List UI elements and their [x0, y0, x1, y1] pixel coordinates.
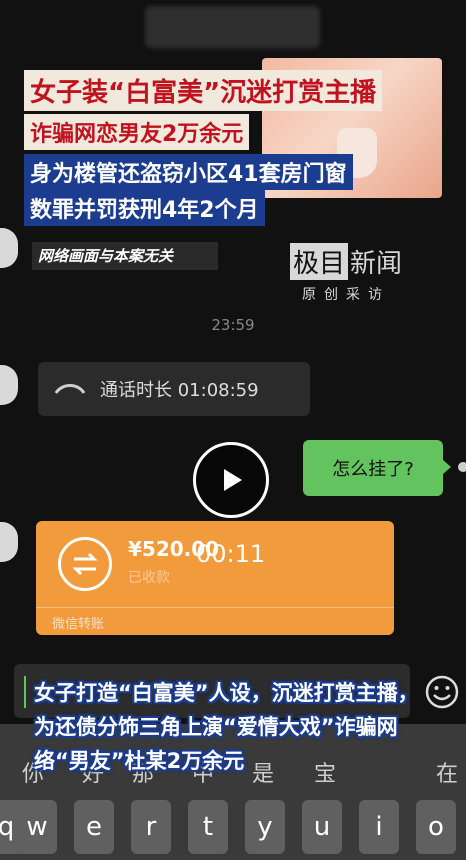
phone-hangup-icon	[54, 384, 86, 394]
disclaimer-label: 网络画面与本案无关	[32, 242, 218, 270]
play-button[interactable]	[193, 442, 269, 518]
emoji-icon[interactable]	[424, 674, 460, 710]
key-e[interactable]: e	[74, 800, 114, 854]
key-t[interactable]: t	[188, 800, 228, 854]
transfer-icon	[58, 537, 112, 591]
key-o[interactable]: o	[416, 800, 456, 854]
transfer-status: 已收款	[128, 570, 170, 586]
text-cursor	[24, 676, 26, 708]
avatar[interactable]	[0, 522, 18, 562]
key-r[interactable]: r	[131, 800, 171, 854]
headline-line-2: 诈骗网恋男友2万余元	[24, 114, 250, 150]
video-caption: 女子打造“白富美”人设，沉迷打赏主播，为还债分饰三角上演“爱情大戏”诈骗网络“男…	[34, 681, 419, 773]
transfer-arrows-icon	[72, 552, 98, 576]
video-current-time: 00:11	[196, 540, 266, 568]
keyboard-candidate[interactable]: 在	[436, 756, 458, 788]
headline-line-1: 女子装“白富美”沉迷打赏主播	[24, 70, 383, 111]
my-avatar[interactable]	[458, 462, 466, 472]
chat-timestamp: 23:59	[211, 316, 255, 334]
play-icon	[224, 469, 242, 491]
headline-line-3: 身为楼管还盗窃小区41套房门窗	[24, 154, 353, 190]
news-logo: 极目 新闻 原创采访	[290, 243, 402, 304]
avatar[interactable]	[0, 365, 18, 405]
wechat-transfer-card[interactable]: ¥520.00 已收款 微信转账	[36, 521, 394, 635]
blurred-header	[145, 6, 320, 48]
transfer-divider	[36, 607, 394, 608]
headline-line-4: 数罪并罚获刑4年2个月	[24, 190, 265, 226]
my-message-text: 怎么挂了?	[332, 459, 414, 480]
key-w[interactable]: w	[17, 800, 57, 854]
key-u[interactable]: u	[302, 800, 342, 854]
key-y[interactable]: y	[245, 800, 285, 854]
my-message-bubble[interactable]: 怎么挂了?	[303, 440, 451, 496]
transfer-label: 微信转账	[52, 617, 105, 632]
news-logo-slogan: 原创采访	[302, 287, 390, 303]
avatar[interactable]	[0, 228, 18, 268]
news-logo-brand-rest: 新闻	[350, 249, 403, 279]
video-frame: 女子装“白富美”沉迷打赏主播 诈骗网恋男友2万余元 身为楼管还盗窃小区41套房门…	[0, 0, 466, 860]
news-logo-brand: 极目 新闻	[290, 243, 402, 280]
key-i[interactable]: i	[359, 800, 399, 854]
call-duration-label: 通话时长 01:08:59	[100, 380, 259, 401]
news-logo-brand-box: 极目	[290, 243, 349, 280]
call-duration-bubble[interactable]: 通话时长 01:08:59	[38, 362, 310, 416]
